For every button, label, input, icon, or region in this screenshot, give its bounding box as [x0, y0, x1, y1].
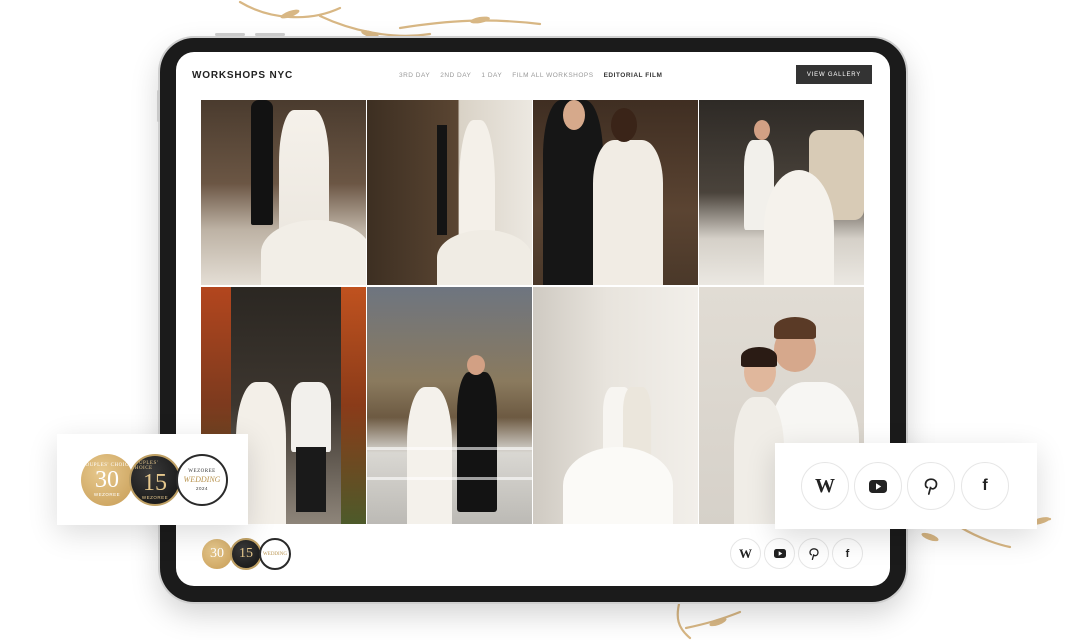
youtube-icon — [773, 549, 786, 558]
facebook-button[interactable]: f — [961, 462, 1009, 510]
award-badge-15: 15 — [230, 538, 262, 570]
nav-item-2nd-day[interactable]: 2ND DAY — [440, 72, 471, 79]
facebook-link[interactable]: f — [832, 538, 863, 569]
award-badge-15-large: COUPLES' CHOICE 15 WEZOREE — [129, 454, 181, 506]
award-badges-small: 30 15 WEDDING — [201, 538, 291, 570]
nav-item-1-day[interactable]: 1 DAY — [481, 72, 502, 79]
award-badge-wedding: WEDDING — [259, 538, 291, 570]
nav-item-film-all-workshops[interactable]: FILM ALL WORKSHOPS — [512, 72, 593, 79]
facebook-icon: f — [982, 477, 988, 494]
award-badge-wedding-large: WEZOREE WEDDING 2024 — [176, 454, 228, 506]
pinterest-link[interactable] — [798, 538, 829, 569]
photo-bride-wooden-door[interactable] — [367, 100, 532, 285]
site-header: WORKSHOPS NYC 3RD DAY 2ND DAY 1 DAY FILM… — [176, 52, 890, 98]
pinterest-button[interactable] — [907, 462, 955, 510]
nav-item-editorial-film[interactable]: EDITORIAL FILM — [604, 72, 663, 79]
site-logo[interactable]: WORKSHOPS NYC — [192, 70, 293, 81]
nav-item-3rd-day[interactable]: 3RD DAY — [399, 72, 430, 79]
wezoree-button[interactable]: W — [801, 462, 849, 510]
wezoree-icon: W — [815, 474, 835, 497]
youtube-button[interactable] — [854, 462, 902, 510]
site-nav: 3RD DAY 2ND DAY 1 DAY FILM ALL WORKSHOPS… — [399, 72, 662, 79]
facebook-icon: f — [845, 547, 850, 560]
gold-branch-decoration-bottom — [676, 598, 742, 640]
wezoree-link[interactable]: W — [730, 538, 761, 569]
photo-couple-street-night[interactable] — [367, 286, 532, 524]
photo-couple-doorway[interactable] — [201, 100, 366, 285]
awards-card: COUPLES' CHOICE 30 WEZOREE COUPLES' CHOI… — [57, 434, 248, 525]
youtube-link[interactable] — [764, 538, 795, 569]
tablet-top-button — [215, 33, 245, 36]
pinterest-icon — [808, 547, 819, 560]
tablet-top-button — [255, 33, 285, 36]
award-badge-30-large: COUPLES' CHOICE 30 WEZOREE — [81, 454, 133, 506]
pinterest-icon — [924, 477, 938, 495]
social-links-small: W f — [730, 538, 863, 569]
photo-gallery-grid — [201, 100, 864, 524]
youtube-icon — [869, 479, 887, 493]
wezoree-icon: W — [739, 545, 752, 561]
award-badge-30: 30 — [201, 538, 233, 570]
photo-couple-marble-wall[interactable] — [533, 286, 698, 524]
photo-couple-vintage-car[interactable] — [699, 100, 864, 285]
site-footer: 30 15 WEDDING W f — [176, 522, 890, 586]
view-gallery-button[interactable]: VIEW GALLERY — [796, 65, 872, 84]
tablet-side-button — [157, 90, 160, 122]
photo-couple-kiss-doorway[interactable] — [533, 100, 698, 285]
social-links-card: W f — [775, 443, 1037, 529]
